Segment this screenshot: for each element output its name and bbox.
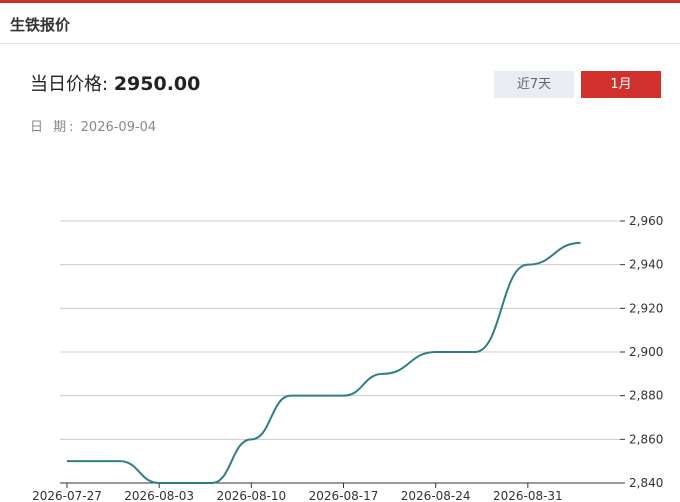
y-tick-label: 2,900 [629,345,663,359]
y-tick-label: 2,840 [629,476,663,490]
x-tick-label: 2026-08-10 [216,489,286,502]
y-tick-label: 2,860 [629,432,663,446]
x-tick-label: 2026-08-31 [493,489,563,502]
y-tick-label: 2,880 [629,389,663,403]
x-tick-label: 2026-08-24 [401,489,471,502]
x-tick-label: 2026-08-03 [124,489,194,502]
y-tick-label: 2,960 [629,214,663,228]
x-tick-label: 2026-08-17 [309,489,379,502]
x-tick-label: 2026-07-27 [32,489,102,502]
y-tick-label: 2,920 [629,301,663,315]
price-line-chart: 2,840 2,860 2,880 2,900 2,920 2,940 2,960 2026… [32,214,663,502]
y-tick-label: 2,940 [629,258,663,272]
series-line [67,241,581,485]
